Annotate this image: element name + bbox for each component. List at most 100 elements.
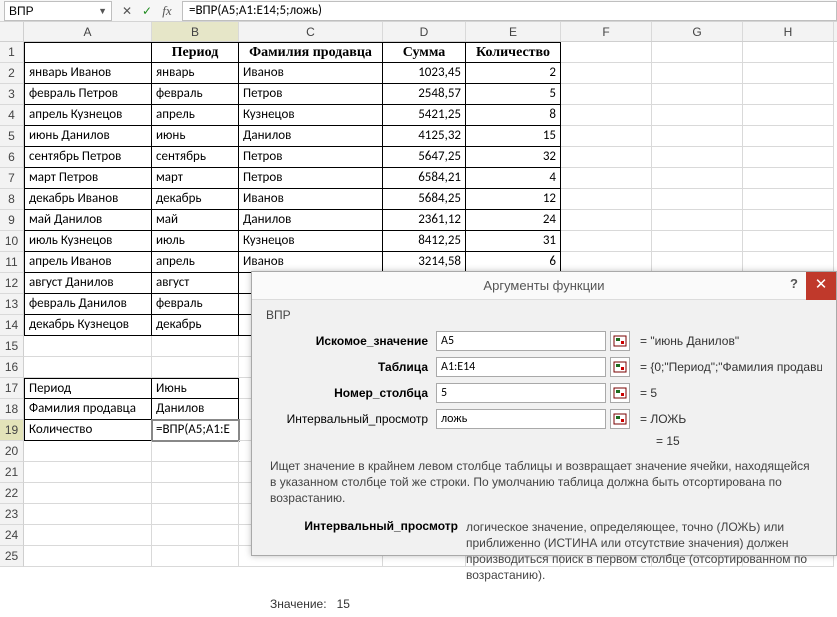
cell[interactable] [743, 168, 834, 189]
cell[interactable] [652, 210, 743, 231]
cell[interactable]: Иванов [239, 252, 383, 273]
cell[interactable] [561, 231, 652, 252]
cell[interactable]: сентябрь [152, 147, 239, 168]
cell[interactable]: Кузнецов [239, 231, 383, 252]
name-box[interactable]: ВПР ▼ [4, 1, 112, 21]
cell[interactable] [652, 147, 743, 168]
cell[interactable]: 4 [466, 168, 561, 189]
cell[interactable] [652, 126, 743, 147]
cell[interactable]: 5421,25 [383, 105, 466, 126]
cell[interactable]: Петров [239, 168, 383, 189]
cell[interactable]: июнь Данилов [24, 126, 152, 147]
cell[interactable] [561, 84, 652, 105]
row-header-13[interactable]: 13 [0, 294, 24, 315]
row-header-4[interactable]: 4 [0, 105, 24, 126]
cell[interactable]: декабрь Иванов [24, 189, 152, 210]
cell[interactable] [152, 483, 239, 504]
cell[interactable]: май [152, 210, 239, 231]
cell[interactable] [24, 357, 152, 378]
cell[interactable]: Данилов [239, 126, 383, 147]
cell[interactable] [743, 147, 834, 168]
dialog-help-button[interactable]: ? [784, 276, 804, 291]
row-header-11[interactable]: 11 [0, 252, 24, 273]
row-header-15[interactable]: 15 [0, 336, 24, 357]
col-header-G[interactable]: G [652, 22, 743, 41]
cell[interactable] [24, 525, 152, 546]
select-all-corner[interactable] [0, 22, 24, 41]
cell[interactable] [652, 105, 743, 126]
cell[interactable]: 3214,58 [383, 252, 466, 273]
cell[interactable]: май Данилов [24, 210, 152, 231]
cell[interactable] [152, 441, 239, 462]
cell[interactable] [24, 42, 152, 63]
cell[interactable]: Фамилия продавца [24, 399, 152, 420]
param-input[interactable]: 5 [436, 383, 606, 403]
cell[interactable] [652, 42, 743, 63]
cell[interactable]: Данилов [152, 399, 239, 420]
row-header-7[interactable]: 7 [0, 168, 24, 189]
row-header-14[interactable]: 14 [0, 315, 24, 336]
range-selector-icon[interactable] [610, 357, 630, 377]
cell[interactable]: 8 [466, 105, 561, 126]
col-header-H[interactable]: H [743, 22, 834, 41]
param-input[interactable]: A1:E14 [436, 357, 606, 377]
row-header-3[interactable]: 3 [0, 84, 24, 105]
cell[interactable]: 2 [466, 63, 561, 84]
cell[interactable] [24, 462, 152, 483]
cell[interactable]: 1023,45 [383, 63, 466, 84]
row-header-22[interactable]: 22 [0, 483, 24, 504]
cell[interactable] [152, 357, 239, 378]
cell[interactable]: 5 [466, 84, 561, 105]
cell[interactable]: =ВПР(A5;A1:E [152, 420, 239, 441]
cancel-formula-icon[interactable]: ✕ [120, 4, 134, 18]
accept-formula-icon[interactable]: ✓ [140, 4, 154, 18]
cell[interactable] [743, 63, 834, 84]
cell[interactable] [652, 84, 743, 105]
fx-icon[interactable]: fx [160, 3, 174, 19]
cell[interactable] [24, 441, 152, 462]
cell[interactable]: Период [24, 378, 152, 399]
col-header-B[interactable]: B [152, 22, 239, 41]
cell[interactable]: 6 [466, 252, 561, 273]
param-input[interactable]: A5 [436, 331, 606, 351]
row-header-16[interactable]: 16 [0, 357, 24, 378]
row-header-18[interactable]: 18 [0, 399, 24, 420]
cell[interactable]: Сумма [383, 42, 466, 63]
cell[interactable]: 31 [466, 231, 561, 252]
cell[interactable]: декабрь [152, 315, 239, 336]
cell[interactable] [652, 252, 743, 273]
cell[interactable]: Иванов [239, 63, 383, 84]
row-header-5[interactable]: 5 [0, 126, 24, 147]
row-header-2[interactable]: 2 [0, 63, 24, 84]
cell[interactable] [561, 63, 652, 84]
cell[interactable]: Количество [24, 420, 152, 441]
cell[interactable]: январь [152, 63, 239, 84]
cell[interactable]: январь Иванов [24, 63, 152, 84]
cell[interactable]: 5647,25 [383, 147, 466, 168]
cell[interactable] [743, 189, 834, 210]
dialog-close-button[interactable]: ✕ [806, 272, 836, 300]
row-header-9[interactable]: 9 [0, 210, 24, 231]
cell[interactable]: 24 [466, 210, 561, 231]
cell[interactable]: февраль [152, 84, 239, 105]
cell[interactable] [152, 504, 239, 525]
cell[interactable]: апрель Иванов [24, 252, 152, 273]
cell[interactable]: 6584,21 [383, 168, 466, 189]
cell[interactable]: июнь [152, 126, 239, 147]
cell[interactable]: Фамилия продавца [239, 42, 383, 63]
cell[interactable] [152, 336, 239, 357]
range-selector-icon[interactable] [610, 409, 630, 429]
row-header-8[interactable]: 8 [0, 189, 24, 210]
cell[interactable]: июль Кузнецов [24, 231, 152, 252]
cell[interactable]: Петров [239, 84, 383, 105]
cell[interactable] [652, 189, 743, 210]
col-header-F[interactable]: F [561, 22, 652, 41]
cell[interactable]: сентябрь Петров [24, 147, 152, 168]
formula-input[interactable]: =ВПР(A5;A1:E14;5;ложь) [182, 1, 837, 21]
cell[interactable] [743, 252, 834, 273]
col-header-E[interactable]: E [466, 22, 561, 41]
cell[interactable]: Данилов [239, 210, 383, 231]
cell[interactable]: декабрь Кузнецов [24, 315, 152, 336]
cell[interactable]: март Петров [24, 168, 152, 189]
cell[interactable] [152, 462, 239, 483]
